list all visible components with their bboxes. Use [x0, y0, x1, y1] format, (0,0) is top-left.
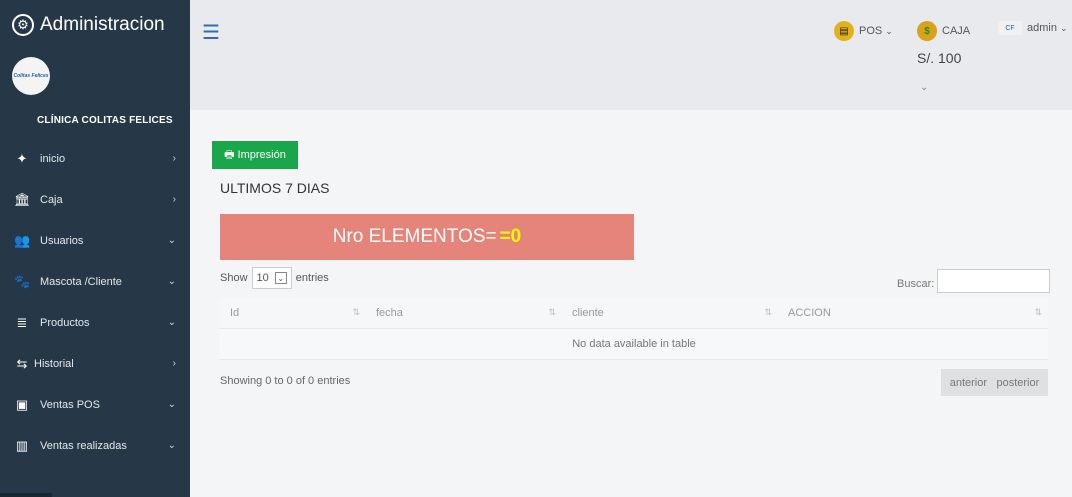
pos-icon: ▤ — [834, 21, 854, 41]
banner-value: =0 — [499, 226, 522, 247]
search-control: Buscar: — [897, 269, 1051, 293]
caja-label: CAJA — [942, 25, 971, 37]
entries-length-control: Show 10 ⌄ entries — [220, 267, 329, 289]
chevron-right-icon: › — [172, 358, 176, 369]
sidebar-item-label: Historial — [34, 357, 74, 370]
chevron-right-icon: › — [172, 153, 176, 164]
sidebar-item-label: Mascota /Cliente — [40, 275, 122, 288]
chevron-down-icon: ⌄ — [167, 440, 176, 451]
caja-menu[interactable]: $ CAJA — [917, 21, 970, 41]
sort-icon: ⇅ — [764, 307, 772, 317]
sort-icon: ⇅ — [548, 307, 556, 317]
sidebar-item-productos[interactable]: ≣ Productos ⌄ — [0, 302, 190, 343]
sort-icon: ⇅ — [1034, 307, 1042, 317]
column-header-fecha[interactable]: fecha ⇅ — [366, 298, 562, 329]
app-title: Administracion — [40, 14, 165, 35]
chevron-down-icon: ⌄ — [1059, 22, 1068, 33]
sidebar-item-mascota-cliente[interactable]: 🐾 Mascota /Cliente ⌄ — [0, 261, 190, 302]
column-label: fecha — [376, 306, 403, 319]
bar-chart-icon: ▥ — [15, 437, 29, 453]
chevron-down-icon: ⌄ — [885, 25, 893, 36]
gear-icon: ⚙ — [12, 14, 34, 36]
column-header-cliente[interactable]: cliente ⇅ — [562, 298, 778, 329]
table-info: Showing 0 to 0 of 0 entries — [220, 375, 351, 387]
sidebar-item-caja[interactable]: 🏛 Caja › — [0, 179, 190, 220]
column-label: Id — [230, 306, 240, 319]
entries-label: entries — [295, 272, 329, 284]
main-content: 🖶 Impresión ULTIMOS 7 DIAS Nro ELEMENTOS… — [190, 110, 1072, 497]
records-table: Id ⇅ fecha ⇅ cliente ⇅ ACCION ⇅ No data avai… — [220, 298, 1048, 360]
user-menu[interactable]: CF admin ⌄ — [998, 21, 1068, 35]
clinic-logo: Colitas Felices — [12, 57, 50, 95]
print-icon: 🖶 — [224, 148, 235, 161]
chevron-down-icon[interactable]: ⌄ — [920, 82, 928, 93]
clinic-name: CLÍNICA COLITAS FELICES — [37, 115, 173, 126]
print-button[interactable]: 🖶 Impresión — [212, 141, 298, 169]
column-label: cliente — [572, 306, 604, 319]
logo-text: Colitas Felices — [13, 73, 49, 79]
top-header: ☰ ▤ POS ⌄ $ CAJA S/. 100 ⌄ CF admin ⌄ — [190, 0, 1072, 110]
pagination: anterior posterior — [941, 369, 1048, 396]
sidebar-item-label: Caja — [40, 193, 63, 206]
entries-value: 10 — [256, 272, 269, 284]
sidebar-item-ventas-pos[interactable]: ▣ Ventas POS ⌄ — [0, 384, 190, 425]
sidebar-footer — [0, 493, 52, 497]
column-header-accion[interactable]: ACCION ⇅ — [778, 298, 1048, 329]
money-icon: ▣ — [15, 396, 29, 412]
bank-icon: 🏛 — [14, 191, 31, 207]
column-header-id[interactable]: Id ⇅ — [220, 298, 366, 329]
sidebar-item-label: inicio — [40, 152, 66, 165]
sidebar-item-usuarios[interactable]: 👥 Usuarios ⌄ — [0, 220, 190, 261]
entries-select[interactable]: 10 ⌄ — [251, 267, 292, 289]
chevron-down-icon: ⌄ — [167, 276, 176, 287]
sidebar-item-inicio[interactable]: ✦ inicio › — [0, 138, 190, 179]
sidebar-item-label: Usuarios — [40, 234, 84, 247]
user-label: admin — [1027, 22, 1057, 34]
next-page-button[interactable]: posterior — [996, 377, 1039, 389]
sidebar-item-label: Productos — [40, 316, 90, 329]
empty-table-message: No data available in table — [220, 328, 1048, 360]
pos-menu[interactable]: ▤ POS ⌄ — [834, 21, 893, 41]
brand[interactable]: ⚙ Administracion — [0, 0, 190, 50]
sidebar-menu: ✦ inicio › 🏛 Caja › 👥 Usuarios ⌄ 🐾 Masco… — [0, 138, 190, 466]
dashboard-icon: ✦ — [16, 150, 28, 166]
search-label: Buscar: — [897, 277, 935, 290]
chevron-down-icon: ⌄ — [167, 317, 176, 328]
database-icon: ≣ — [16, 314, 28, 330]
pet-client-icon: 🐾 — [14, 273, 31, 289]
money-bag-icon: $ — [917, 21, 937, 41]
prev-page-button[interactable]: anterior — [950, 377, 987, 389]
chevron-down-icon: ⌄ — [274, 272, 287, 284]
sidebar-item-historial[interactable]: ⇆ Historial › — [0, 343, 190, 384]
banner-text: Nro ELEMENTOS= — [332, 226, 497, 247]
avatar: CF — [998, 21, 1022, 35]
column-label: ACCION — [788, 306, 831, 319]
sort-icon: ⇅ — [352, 307, 360, 317]
pos-label: POS — [859, 25, 883, 37]
sidebar-item-label: Ventas realizadas — [40, 439, 127, 452]
search-input[interactable] — [937, 269, 1051, 293]
caja-amount: S/. 100 — [917, 50, 962, 66]
hamburger-menu-icon[interactable]: ☰ — [202, 20, 220, 45]
page-title: ULTIMOS 7 DIAS — [220, 180, 330, 196]
sidebar-item-ventas-realizadas[interactable]: ▥ Ventas realizadas ⌄ — [0, 425, 190, 466]
table-row: No data available in table — [220, 328, 1048, 360]
sidebar-item-label: Ventas POS — [40, 398, 100, 411]
show-label: Show — [220, 272, 248, 284]
print-label: Impresión — [237, 149, 286, 161]
users-icon: 👥 — [14, 232, 31, 248]
exchange-icon: ⇆ — [16, 355, 28, 371]
chevron-right-icon: › — [172, 194, 176, 205]
chevron-down-icon: ⌄ — [167, 235, 176, 246]
chevron-down-icon: ⌄ — [167, 399, 176, 410]
sidebar: ⚙ Administracion Colitas Felices CLÍNICA… — [0, 0, 190, 497]
elements-count-banner: Nro ELEMENTOS= =0 — [220, 214, 634, 260]
